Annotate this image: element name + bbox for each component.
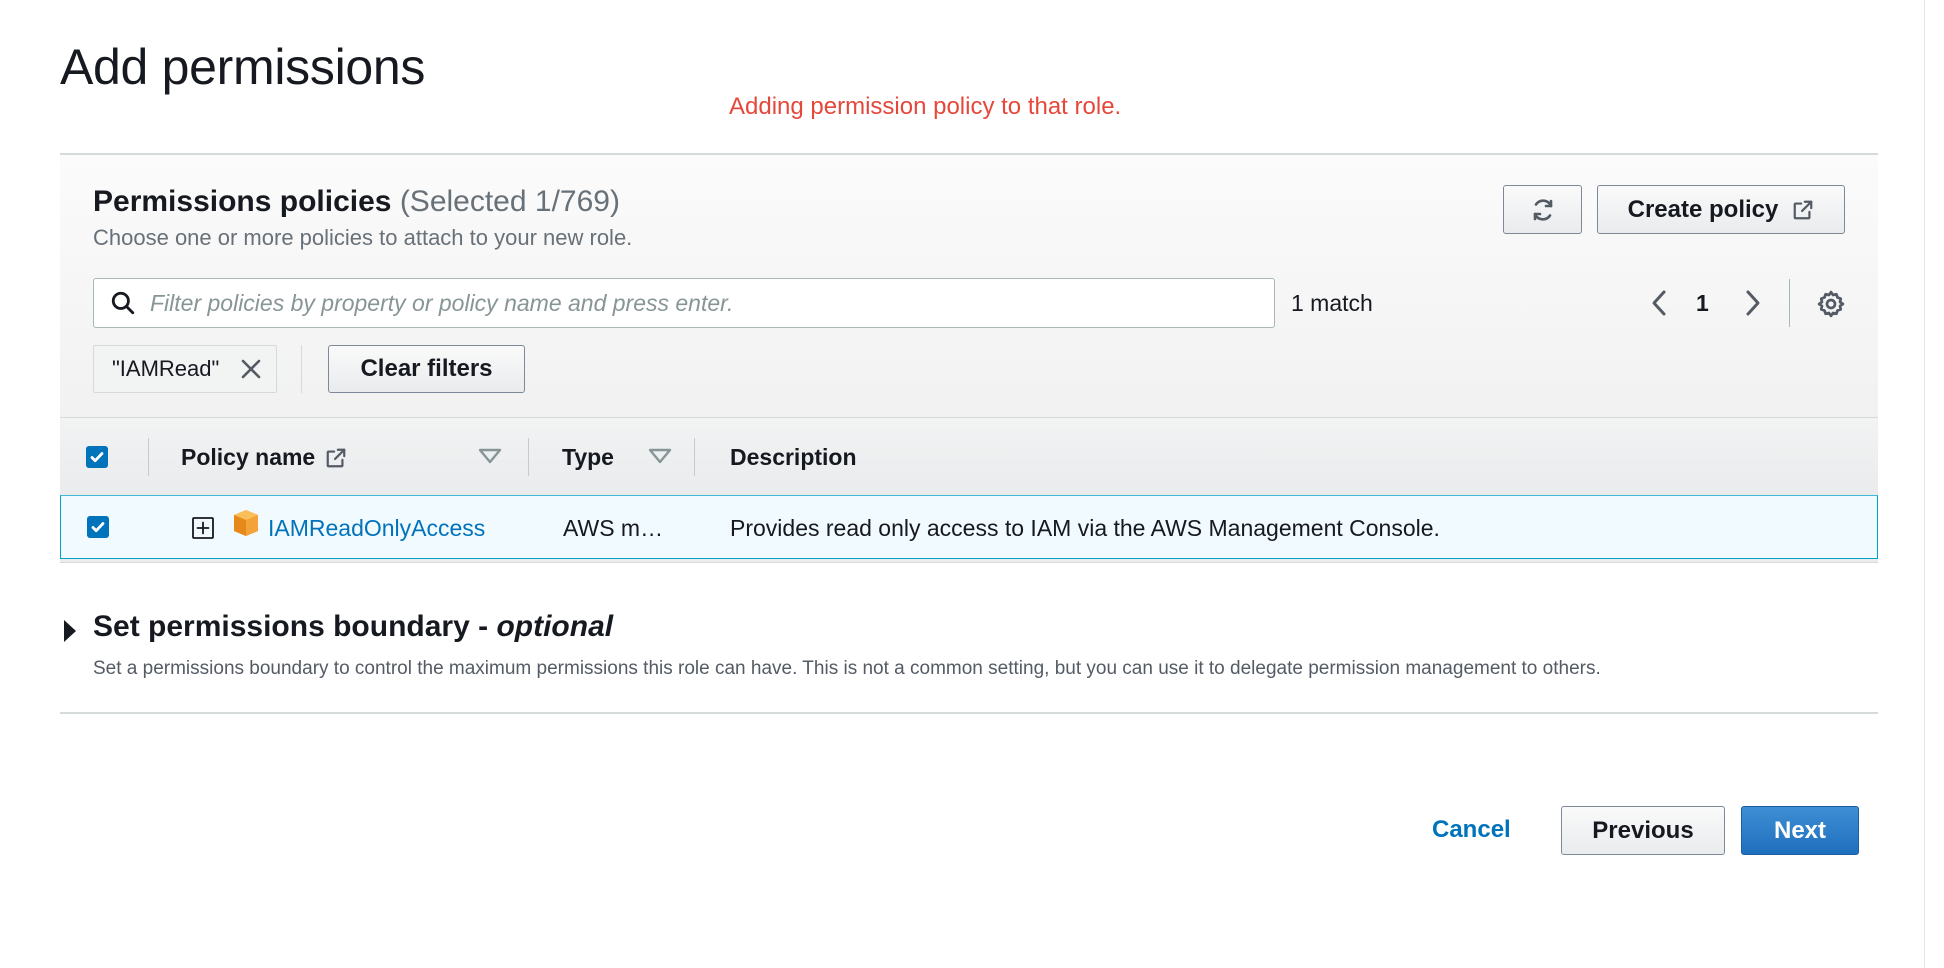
column-header-policy-name[interactable]: Policy name [181, 444, 347, 471]
bottom-divider [60, 712, 1878, 714]
clear-filters-button[interactable]: Clear filters [328, 345, 525, 393]
column-type-label: Type [562, 444, 614, 470]
checkmark-icon [90, 452, 104, 463]
column-policy-name-label: Policy name [181, 444, 316, 470]
previous-button[interactable]: Previous [1561, 806, 1725, 855]
external-link-icon [326, 448, 346, 467]
create-policy-label: Create policy [1627, 195, 1779, 223]
boundary-description: Set a permissions boundary to control th… [93, 658, 1601, 679]
selected-counter: (Selected 1/769) [399, 185, 620, 218]
close-icon [241, 359, 261, 379]
panel-title-text: Permissions policies [93, 185, 392, 218]
boundary-title-text: Set permissions boundary - [93, 610, 489, 643]
external-link-icon [1794, 200, 1813, 219]
create-policy-button[interactable]: Create policy [1597, 185, 1845, 234]
table-row[interactable]: IAMReadOnlyAccess AWS m… Provides read o… [60, 495, 1878, 559]
sort-down-icon[interactable] [478, 447, 502, 465]
table-header: Policy name Type Description [60, 417, 1878, 495]
filter-token-label: "IAMRead" [112, 356, 220, 381]
aws-managed-policy-icon [234, 510, 258, 536]
column-divider [148, 438, 149, 476]
current-page-number[interactable]: 1 [1696, 290, 1709, 317]
caret-right-icon[interactable] [64, 620, 76, 642]
policy-type-cell: AWS m… [563, 515, 664, 541]
match-count: 1 match [1291, 290, 1373, 316]
panel-title: Permissions policies (Selected 1/769) [93, 185, 620, 219]
select-all-checkbox[interactable] [86, 446, 108, 468]
remove-filter-button[interactable] [238, 356, 264, 382]
filter-divider [301, 345, 302, 393]
scrollbar[interactable] [1924, 0, 1944, 968]
expand-icon[interactable] [191, 516, 215, 540]
next-page-button[interactable] [1740, 287, 1766, 319]
search-field[interactable] [93, 278, 1275, 328]
permissions-policies-panel: Permissions policies (Selected 1/769) Ch… [60, 155, 1878, 563]
column-header-description: Description [730, 444, 857, 471]
previous-page-button[interactable] [1646, 287, 1672, 319]
refresh-icon [1533, 198, 1552, 221]
column-divider [528, 438, 529, 476]
pager-divider [1789, 279, 1790, 327]
column-description-label: Description [730, 444, 857, 470]
boundary-optional-label: optional [496, 610, 614, 643]
preferences-button[interactable] [1814, 287, 1848, 321]
boundary-title[interactable]: Set permissions boundary - optional [93, 610, 613, 644]
next-button[interactable]: Next [1741, 806, 1859, 855]
cancel-button[interactable]: Cancel [1432, 816, 1511, 844]
column-header-type[interactable]: Type [562, 444, 614, 471]
policy-name-link[interactable]: IAMReadOnlyAccess [268, 515, 485, 542]
checkmark-icon [91, 522, 105, 533]
search-icon [111, 291, 135, 315]
filter-token: "IAMRead" [93, 345, 277, 393]
chevron-right-icon [1746, 290, 1760, 316]
sort-down-icon[interactable] [648, 447, 672, 465]
row-checkbox[interactable] [87, 516, 109, 538]
policy-description-cell: Provides read only access to IAM via the… [730, 515, 1440, 541]
column-divider [694, 438, 695, 476]
search-input[interactable] [150, 289, 1250, 317]
gear-icon [1817, 290, 1845, 318]
annotation-text: Adding permission policy to that role. [729, 93, 1122, 120]
refresh-button[interactable] [1503, 185, 1582, 234]
panel-description: Choose one or more policies to attach to… [93, 225, 633, 250]
chevron-left-icon [1652, 290, 1666, 316]
page-title: Add permissions [60, 39, 426, 95]
